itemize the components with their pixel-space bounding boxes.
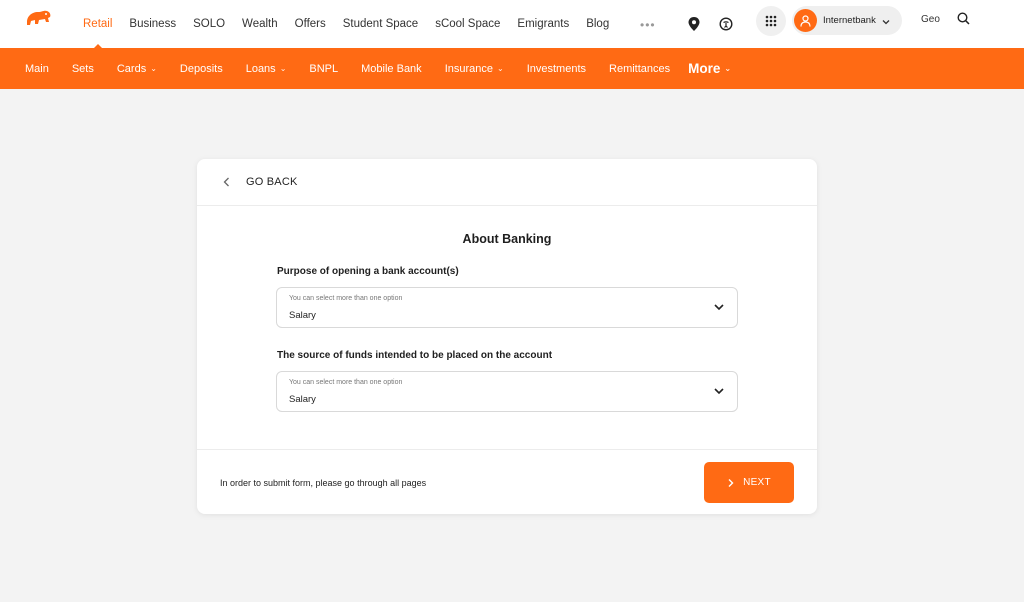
chevron-down-icon: ⌄: [497, 64, 504, 73]
funds-source-select[interactable]: You can select more than one option Sala…: [276, 371, 738, 412]
internetbank-label: Internetbank: [823, 15, 876, 26]
topnav-item-emigrants[interactable]: Emigrants: [517, 0, 569, 48]
search-icon[interactable]: [951, 6, 975, 30]
funds-source-question-label: The source of funds intended to be place…: [277, 350, 553, 361]
accessibility-icon[interactable]: [714, 12, 738, 36]
subnav-item-loans[interactable]: Loans ⌄: [246, 63, 287, 75]
chevron-down-icon: [714, 388, 724, 395]
chevron-down-icon: ⌄: [150, 64, 157, 73]
card-footer: In order to submit form, please go throu…: [197, 449, 817, 514]
user-icon: [794, 9, 817, 32]
purpose-select-hint: You can select more than one option: [289, 295, 403, 302]
chevron-left-icon: [223, 177, 229, 187]
funds-source-select-hint: You can select more than one option: [289, 379, 403, 386]
subnav-item-remittances[interactable]: Remittances: [609, 63, 670, 75]
topnav-item-retail[interactable]: Retail: [83, 0, 112, 48]
subnav-item-sets[interactable]: Sets: [72, 63, 94, 75]
subnav-item-deposits[interactable]: Deposits: [180, 63, 223, 75]
topnav-item-blog[interactable]: Blog: [586, 0, 609, 48]
funds-source-select-value: Salary: [289, 394, 316, 405]
chevron-right-icon: [728, 478, 734, 487]
topnav-item-wealth[interactable]: Wealth: [242, 0, 278, 48]
topnav-item-business[interactable]: Business: [129, 0, 176, 48]
chevron-down-icon: ⌄: [724, 64, 732, 73]
subnav-label: Insurance: [444, 62, 493, 75]
topnav-item-offers[interactable]: Offers: [295, 0, 326, 48]
next-button[interactable]: NEXT: [704, 462, 794, 503]
location-pin-icon[interactable]: [682, 12, 706, 36]
product-nav: Main Sets Cards ⌄ Deposits Loans ⌄ BNPL Mo…: [0, 48, 1024, 89]
subnav-item-bnpl[interactable]: BNPL: [309, 63, 338, 75]
chevron-down-icon: [714, 304, 724, 311]
go-back-button[interactable]: GO BACK: [197, 159, 817, 206]
subnav-more-button[interactable]: More ⌄: [688, 61, 731, 76]
go-back-label: GO BACK: [246, 176, 298, 188]
subnav-label: Loans: [245, 62, 276, 75]
subnav-label: Main: [25, 62, 49, 75]
subnav-label: Investments: [526, 62, 587, 75]
purpose-question-label: Purpose of opening a bank account(s): [277, 266, 459, 277]
subnav-label: Deposits: [179, 62, 223, 75]
subnav-label: Sets: [71, 62, 94, 75]
subnav-label: Mobile Bank: [361, 62, 422, 75]
purpose-select-value: Salary: [289, 310, 316, 321]
purpose-select[interactable]: You can select more than one option Sala…: [276, 287, 738, 328]
next-label: NEXT: [743, 477, 771, 488]
subnav-label: Cards: [116, 62, 147, 75]
language-switch[interactable]: Geo: [921, 14, 940, 25]
apps-grid-icon[interactable]: [756, 6, 786, 36]
more-dots-button[interactable]: •••: [640, 18, 656, 32]
about-banking-card: GO BACK About Banking Purpose of opening…: [197, 159, 817, 514]
chevron-down-icon: [882, 12, 890, 30]
top-nav: Retail Business SOLO Wealth Offers Stude…: [83, 0, 626, 48]
subnav-more-label: More: [688, 61, 721, 76]
topnav-item-student-space[interactable]: Student Space: [343, 0, 418, 48]
subnav-item-insurance[interactable]: Insurance ⌄: [445, 63, 504, 75]
subnav-label: Remittances: [609, 62, 671, 75]
chevron-down-icon: ⌄: [279, 64, 287, 73]
subnav-item-investments[interactable]: Investments: [527, 63, 586, 75]
form-title: About Banking: [462, 232, 552, 246]
submit-hint: In order to submit form, please go throu…: [220, 478, 427, 488]
topnav-item-solo[interactable]: SOLO: [193, 0, 225, 48]
subnav-item-cards[interactable]: Cards ⌄: [117, 63, 157, 75]
bank-logo-icon[interactable]: [24, 8, 54, 32]
subnav-label: BNPL: [309, 62, 339, 75]
top-header: Retail Business SOLO Wealth Offers Stude…: [0, 0, 1024, 48]
topnav-item-scool-space[interactable]: sCool Space: [435, 0, 500, 48]
subnav-item-main[interactable]: Main: [25, 63, 49, 75]
subnav-item-mobile-bank[interactable]: Mobile Bank: [361, 63, 422, 75]
internetbank-button[interactable]: Internetbank: [792, 6, 902, 35]
